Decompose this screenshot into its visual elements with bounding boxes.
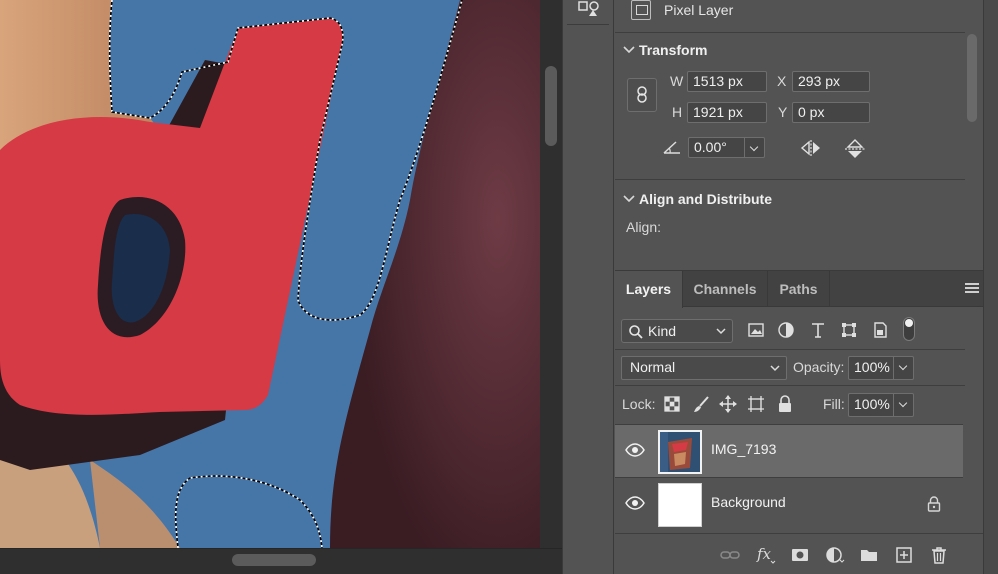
y-field[interactable]: 0 px [792,102,870,123]
visibility-eye-icon[interactable] [625,443,645,457]
canvas-horizontal-scroll-thumb[interactable] [232,554,316,566]
shapes-panel-icon[interactable] [577,0,601,18]
panel-tool-strip [562,0,614,574]
fill-field[interactable]: 100% [848,393,914,417]
height-field[interactable]: 1921 px [687,102,767,123]
pixel-layer-icon [631,0,651,20]
blend-row: Normal Opacity: 100% [615,349,965,385]
right-edge-strip [983,0,998,574]
opacity-field[interactable]: 100% [848,356,914,380]
angle-field[interactable]: 0.00° [688,137,765,158]
layer-row-img-7193[interactable]: IMG_7193 [615,424,963,477]
document-canvas[interactable] [0,0,540,548]
opacity-dropdown-arrow[interactable] [893,357,913,379]
flip-vertical-icon[interactable] [843,138,867,160]
tab-paths[interactable]: Paths [768,271,830,307]
layer-name[interactable]: IMG_7193 [711,441,776,457]
panel-menu-icon[interactable] [965,283,979,295]
search-icon [629,325,643,339]
chevron-down-icon [770,365,780,372]
chevron-down-icon [623,42,639,58]
adjustment-layer-icon[interactable] [825,545,845,565]
lock-artboard-icon[interactable] [747,395,765,413]
layer-lock-icon [927,496,941,512]
layer-thumbnail [658,430,702,474]
link-icon[interactable] [720,545,740,565]
opacity-value: 100% [854,359,890,375]
chain-link-icon [637,86,647,103]
layer-name[interactable]: Background [711,494,786,510]
angle-dropdown-arrow[interactable] [744,138,764,157]
adjustment-filter-icon[interactable] [777,321,795,339]
filter-kind-dropdown[interactable]: Kind [621,319,733,343]
x-field[interactable]: 293 px [792,71,870,92]
chevron-down-icon [623,191,639,207]
canvas-vertical-scroll-thumb[interactable] [545,66,557,146]
x-label: X [777,73,787,89]
align-heading: Align and Distribute [639,191,772,207]
canvas-vertical-scrollbar[interactable] [540,0,562,548]
tab-channels[interactable]: Channels [683,271,768,307]
fill-value: 100% [854,396,890,412]
pixel-layer-row: Pixel Layer [615,0,965,24]
align-label: Align: [626,219,662,235]
layer-row-background[interactable]: Background [615,477,963,530]
pixel-filter-icon[interactable] [747,321,765,339]
folder-icon[interactable] [859,545,879,565]
smart-object-filter-icon[interactable] [871,321,889,339]
angle-icon [661,138,685,160]
layer-thumbnail [658,483,702,527]
angle-value: 0.00° [694,139,727,155]
height-label: H [672,104,683,120]
layers-bottom-bar: fx [615,533,983,574]
layers-panel: Layers Channels Paths Kind Normal Opacit… [615,270,983,574]
layers-panel-tabs: Layers Channels Paths [615,271,983,308]
canvas-image [0,0,540,548]
shape-filter-icon[interactable] [840,321,858,339]
visibility-eye-icon[interactable] [625,496,645,510]
new-layer-icon[interactable] [894,545,914,565]
filter-kind-label: Kind [648,323,677,339]
flip-horizontal-icon[interactable] [799,138,823,160]
canvas-horizontal-scrollbar[interactable] [0,548,562,574]
lock-row: Lock: Fill: 100% [615,385,965,423]
chevron-down-icon [716,328,726,335]
type-filter-icon[interactable] [809,321,827,339]
lock-image-pixels-icon[interactable] [692,395,710,413]
mask-icon[interactable] [790,545,810,565]
pixel-layer-label: Pixel Layer [664,2,734,18]
align-section-header[interactable]: Align and Distribute [623,191,772,207]
transform-heading: Transform [639,42,708,58]
lock-position-icon[interactable] [719,395,737,413]
fill-dropdown-arrow[interactable] [893,394,913,416]
filter-toggle-switch[interactable] [903,317,915,341]
trash-icon[interactable] [929,545,949,565]
properties-scrollbar[interactable] [965,34,979,234]
blend-mode-dropdown[interactable]: Normal [621,356,787,380]
link-dimensions-button[interactable] [627,78,657,112]
fx-icon[interactable]: fx [755,543,776,564]
y-label: Y [778,104,788,120]
svg-text:fx: fx [756,545,772,563]
properties-panel: Pixel Layer Transform W 1513 px X 293 px… [615,0,983,262]
properties-scroll-thumb[interactable] [967,34,977,122]
width-field[interactable]: 1513 px [687,71,767,92]
lock-all-icon[interactable] [776,395,794,413]
blend-mode-value: Normal [630,359,676,375]
layer-filter-row: Kind [615,309,965,347]
lock-label: Lock: [622,396,656,412]
width-label: W [670,73,684,89]
transform-section-header[interactable]: Transform [623,42,707,58]
lock-transparent-pixels-icon[interactable] [663,395,681,413]
tab-layers[interactable]: Layers [615,271,683,308]
fill-label: Fill: [823,396,845,412]
opacity-label: Opacity: [793,359,845,375]
